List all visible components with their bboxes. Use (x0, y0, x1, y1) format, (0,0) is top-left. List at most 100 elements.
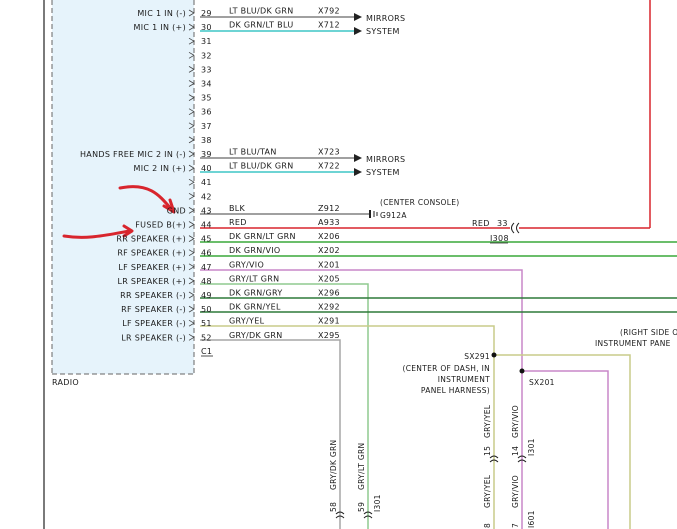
splice-sx291-id: SX291 (464, 352, 490, 361)
wire-color-label: DK GRN/LT BLU (229, 21, 293, 30)
vwire-pin-14: 14 (511, 446, 520, 456)
pin-number: 32 (201, 51, 212, 60)
vwire-label-gry-lt-grn: GRY/LT GRN (357, 443, 366, 490)
mirrors-system-2-line2: SYSTEM (366, 168, 400, 177)
connector-i308-right (516, 222, 520, 234)
pin-number: 46 (201, 249, 212, 258)
pin-function-label: MIC 2 IN (+) (134, 164, 186, 173)
circuit-label: X792 (318, 7, 340, 16)
vertical-wire-labels: GRY/DK GRN 58 GRY/LT GRN 59 I301 GRY/YEL… (329, 404, 536, 528)
pin-function-label: HANDS FREE MIC 2 IN (-) (80, 150, 186, 159)
circuit-label: X202 (318, 246, 340, 255)
circuit-label: X712 (318, 21, 340, 30)
pin-number: 29 (201, 9, 212, 18)
circuit-label: X206 (318, 232, 340, 241)
vwire-label-gry-vio-2: GRY/VIO (511, 475, 520, 508)
splice-sx291-location-3: PANEL HARNESS) (421, 386, 490, 395)
pin-function-label: GND (167, 206, 186, 215)
right-side-note-1: (RIGHT SIDE OF (620, 328, 677, 337)
pin-number: 43 (201, 206, 212, 215)
wire-color-label: LT BLU/DK GRN (229, 7, 293, 16)
vwire-pin-15: 15 (483, 446, 492, 456)
pin-function-label: RF SPEAKER (-) (121, 305, 186, 314)
wire-pin52 (200, 339, 341, 529)
pin-number: 49 (201, 291, 212, 300)
pin-number: 39 (201, 150, 212, 159)
pin-function-label: LF SPEAKER (-) (122, 319, 186, 328)
pin-number: 30 (201, 23, 212, 32)
pin-number: 51 (201, 319, 212, 328)
connector-i308-left (511, 222, 515, 234)
vwire-label-gry-dk-grn: GRY/DK GRN (329, 440, 338, 490)
ground-symbol-icon (369, 210, 378, 218)
vwire-pin-59: 59 (357, 502, 366, 512)
pin-function-label: RR SPEAKER (-) (120, 291, 186, 300)
wire-color-label: DK GRN/GRY (229, 289, 283, 298)
circuit-label: X723 (318, 148, 340, 157)
pin-number: 45 (201, 235, 212, 244)
mirrors-system-1-line2: SYSTEM (366, 27, 400, 36)
pin-function-label: LF SPEAKER (+) (118, 263, 186, 272)
pin-number: 33 (201, 65, 212, 74)
vwire-pin-7: 7 (511, 523, 520, 528)
circuit-label: Z912 (318, 204, 340, 213)
mirrors-system-1-line1: MIRRORS (366, 14, 405, 23)
ground-location: (CENTER CONSOLE) (380, 198, 460, 207)
circuit-label: X291 (318, 317, 340, 326)
vwire-label-gry-vio-1: GRY/VIO (511, 405, 520, 438)
splice-sx291-location-1: (CENTER OF DASH, IN (403, 364, 491, 373)
wire-pin51 (200, 325, 495, 529)
vwire-pin-8: 8 (483, 523, 492, 528)
circuit-label: X295 (318, 331, 340, 340)
arrow-pin29 (354, 13, 362, 21)
splice-sx201-dot (519, 368, 525, 374)
vwire-connector-i601: I601 (527, 510, 536, 528)
vwire-label-gry-yel-1: GRY/YEL (483, 404, 492, 438)
pin-function-label: MIC 1 IN (+) (134, 23, 186, 32)
pin-function-label: LR SPEAKER (-) (121, 333, 186, 342)
wire-color-label: DK GRN/YEL (229, 303, 281, 312)
radio-module-label: RADIO (52, 378, 79, 387)
wire-color-label: DK GRN/VIO (229, 246, 281, 255)
wire-color-label: BLK (229, 204, 246, 213)
pin-number: 47 (201, 263, 212, 272)
vwire-pin-58: 58 (329, 502, 338, 512)
circuit-label: A933 (318, 218, 340, 227)
wire-color-label: RED (229, 218, 247, 227)
circuit-label: X205 (318, 274, 340, 283)
wire-color-label: GRY/DK GRN (229, 331, 283, 340)
right-side-note-2: INSTRUMENT PANE (595, 339, 671, 348)
pin-function-label: RF SPEAKER (+) (117, 249, 186, 258)
pin-number: 35 (201, 94, 212, 103)
circuit-label: X201 (318, 260, 340, 269)
pin-number: 48 (201, 277, 212, 286)
wire-color-label: GRY/VIO (229, 260, 264, 269)
arrow-pin39 (354, 154, 362, 162)
wire-color-label: LT BLU/TAN (229, 148, 277, 157)
connector-label: C1 (201, 347, 212, 356)
circuit-label: X296 (318, 289, 340, 298)
pin-number: 36 (201, 108, 212, 117)
wire-color-label: GRY/LT GRN (229, 274, 279, 283)
arrow-pin40 (354, 168, 362, 176)
fused-b-connector: I308 (490, 234, 509, 243)
pin-number: 38 (201, 136, 212, 145)
circuit-label: X722 (318, 162, 340, 171)
pin-number: 40 (201, 164, 212, 173)
radio-module: RADIO (51, 0, 195, 387)
arrow-pin30 (354, 27, 362, 35)
wire-color-label: LT BLU/DK GRN (229, 162, 293, 171)
circuit-label: X292 (318, 303, 340, 312)
pin-number: 44 (201, 221, 212, 230)
pin-number: 52 (201, 333, 212, 342)
fused-b-pin: 33 (497, 219, 508, 228)
fused-b-color: RED (472, 219, 490, 228)
vwire-label-gry-yel-2: GRY/YEL (483, 474, 492, 508)
wires (200, 0, 677, 529)
pin-number: 50 (201, 305, 212, 314)
pin-function-label: RR SPEAKER (+) (116, 235, 186, 244)
pin-number: 31 (201, 37, 212, 46)
ground-id: G912A (380, 211, 407, 220)
pin-number: 37 (201, 122, 212, 131)
pin-function-label: MIC 1 IN (-) (137, 9, 186, 18)
